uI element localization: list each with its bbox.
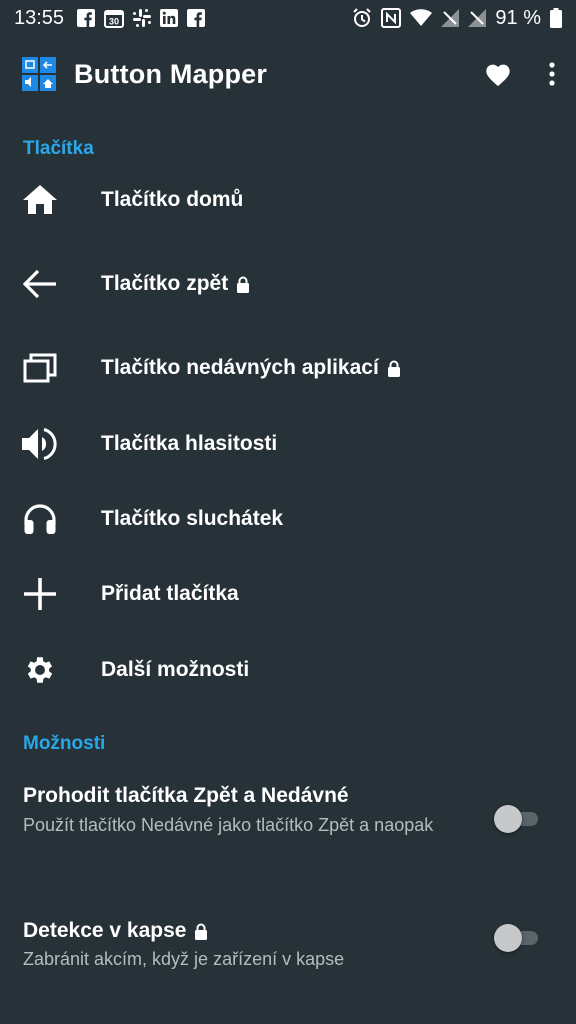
nfc-icon bbox=[381, 8, 402, 28]
button-row-headphones[interactable]: Tlačítko sluchátek bbox=[0, 484, 576, 554]
app-title: Button Mapper bbox=[74, 58, 268, 89]
alarm-icon bbox=[352, 8, 372, 28]
more-vert-icon bbox=[549, 62, 555, 86]
options-section-header: Možnosti bbox=[23, 733, 106, 754]
app-bar: Button Mapper bbox=[0, 36, 576, 112]
status-bar: 13:55 30 91 % bbox=[0, 0, 576, 36]
home-icon bbox=[20, 180, 60, 220]
option-pocket-detection[interactable]: Detekce v kapse Zabránit akcím, když je … bbox=[0, 905, 576, 985]
button-row-label: Přidat tlačítka bbox=[101, 582, 239, 605]
no-signal-icon bbox=[468, 9, 487, 27]
button-row-label: Tlačítko sluchátek bbox=[101, 507, 284, 530]
button-row-more-options[interactable]: Další možnosti bbox=[0, 635, 576, 705]
option-subtitle: Použít tlačítko Nedávné jako tlačítko Zp… bbox=[23, 815, 434, 835]
toggle-thumb bbox=[494, 805, 522, 833]
gear-icon bbox=[20, 650, 60, 690]
calendar-icon: 30 bbox=[104, 8, 125, 28]
pocket-detection-toggle[interactable] bbox=[494, 923, 538, 953]
button-row-label: Tlačítko zpět bbox=[101, 272, 229, 295]
battery-percent: 91 % bbox=[495, 6, 541, 29]
wifi-icon bbox=[410, 9, 433, 27]
back-arrow-icon bbox=[20, 264, 60, 304]
battery-icon bbox=[550, 8, 562, 28]
volume-icon bbox=[20, 424, 60, 464]
slack-icon bbox=[133, 9, 152, 27]
facebook-icon bbox=[77, 9, 96, 27]
linkedin-icon bbox=[160, 9, 179, 27]
button-row-label: Tlačítko domů bbox=[101, 188, 244, 211]
lock-icon bbox=[236, 276, 250, 293]
app-logo-icon bbox=[22, 57, 56, 91]
button-row-recents[interactable]: Tlačítko nedávných aplikací bbox=[0, 333, 576, 403]
plus-icon bbox=[20, 574, 60, 614]
button-row-volume[interactable]: Tlačítka hlasitosti bbox=[0, 409, 576, 479]
button-row-back[interactable]: Tlačítko zpět bbox=[0, 249, 576, 319]
swap-buttons-toggle[interactable] bbox=[494, 804, 538, 834]
facebook-icon bbox=[187, 9, 206, 27]
lock-icon bbox=[194, 923, 208, 940]
no-signal-icon bbox=[441, 9, 460, 27]
toggle-thumb bbox=[494, 924, 522, 952]
button-row-label: Tlačítka hlasitosti bbox=[101, 432, 278, 455]
recents-icon bbox=[20, 348, 60, 388]
buttons-section-header: Tlačítka bbox=[23, 138, 94, 159]
button-row-home[interactable]: Tlačítko domů bbox=[0, 165, 576, 235]
lock-icon bbox=[387, 360, 401, 377]
favorite-button[interactable] bbox=[484, 61, 512, 87]
option-swap-back-recents[interactable]: Prohodit tlačítka Zpět a Nedávné Použít … bbox=[0, 770, 576, 870]
option-title: Detekce v kapse bbox=[23, 919, 187, 942]
calendar-day: 30 bbox=[109, 17, 119, 27]
button-row-label: Tlačítko nedávných aplikací bbox=[101, 356, 379, 379]
button-row-label: Další možnosti bbox=[101, 658, 250, 681]
more-options-button[interactable] bbox=[548, 61, 556, 87]
status-time: 13:55 bbox=[14, 6, 65, 29]
option-title: Prohodit tlačítka Zpět a Nedávné bbox=[23, 784, 349, 807]
heart-icon bbox=[486, 64, 510, 87]
option-subtitle: Zabránit akcím, když je zařízení v kapse bbox=[23, 949, 345, 969]
button-row-add[interactable]: Přidat tlačítka bbox=[0, 559, 576, 629]
headphones-icon bbox=[20, 499, 60, 539]
